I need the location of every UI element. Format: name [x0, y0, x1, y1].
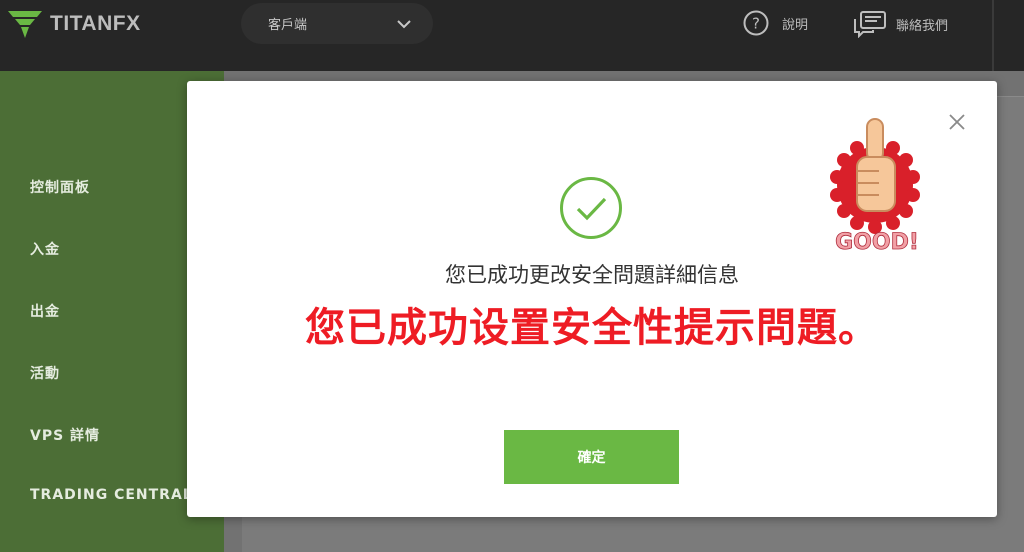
sidebar-item-deposit[interactable]: 入金	[30, 239, 60, 259]
logo[interactable]: TITANFX	[6, 7, 141, 41]
help-icon: ?	[743, 10, 769, 36]
top-divider	[992, 0, 994, 71]
success-modal: GOOD! 您已成功更改安全問題詳細信息 您已成功设置安全性提示問題。 確定	[187, 81, 997, 517]
sticker-text: GOOD!	[835, 230, 919, 253]
sidebar-item-events[interactable]: 活動	[30, 363, 60, 383]
sidebar-item-dashboard[interactable]: 控制面板	[30, 177, 90, 197]
chat-icon	[854, 11, 886, 38]
sidebar-item-vps[interactable]: VPS 詳情	[30, 425, 100, 445]
red-annotation: 您已成功设置安全性提示問題。	[305, 305, 879, 351]
help-label: 說明	[782, 17, 809, 33]
titanfx-logo-icon	[8, 11, 42, 38]
chevron-down-icon	[397, 20, 411, 29]
client-select-value: 客戶端	[268, 18, 308, 33]
help-link[interactable]: ? 說明	[743, 10, 808, 36]
check-circle-icon	[560, 177, 622, 239]
sidebar-item-trading-central[interactable]: TRADING CENTRAL	[30, 487, 193, 503]
logo-text: TITANFX	[50, 12, 141, 35]
top-bar: TITANFX 客戶端 ? 說明 聯絡我們	[0, 0, 1024, 71]
success-message: 您已成功更改安全問題詳細信息	[445, 263, 739, 287]
close-icon[interactable]	[947, 112, 967, 132]
confirm-button[interactable]: 確定	[504, 430, 679, 484]
contact-link[interactable]: 聯絡我們	[853, 10, 948, 38]
sidebar-item-withdrawal[interactable]: 出金	[30, 301, 60, 321]
contact-label: 聯絡我們	[896, 18, 949, 34]
client-select[interactable]: 客戶端	[241, 3, 433, 44]
thumbs-up-sticker: GOOD!	[830, 118, 920, 253]
svg-text:?: ?	[752, 15, 760, 33]
